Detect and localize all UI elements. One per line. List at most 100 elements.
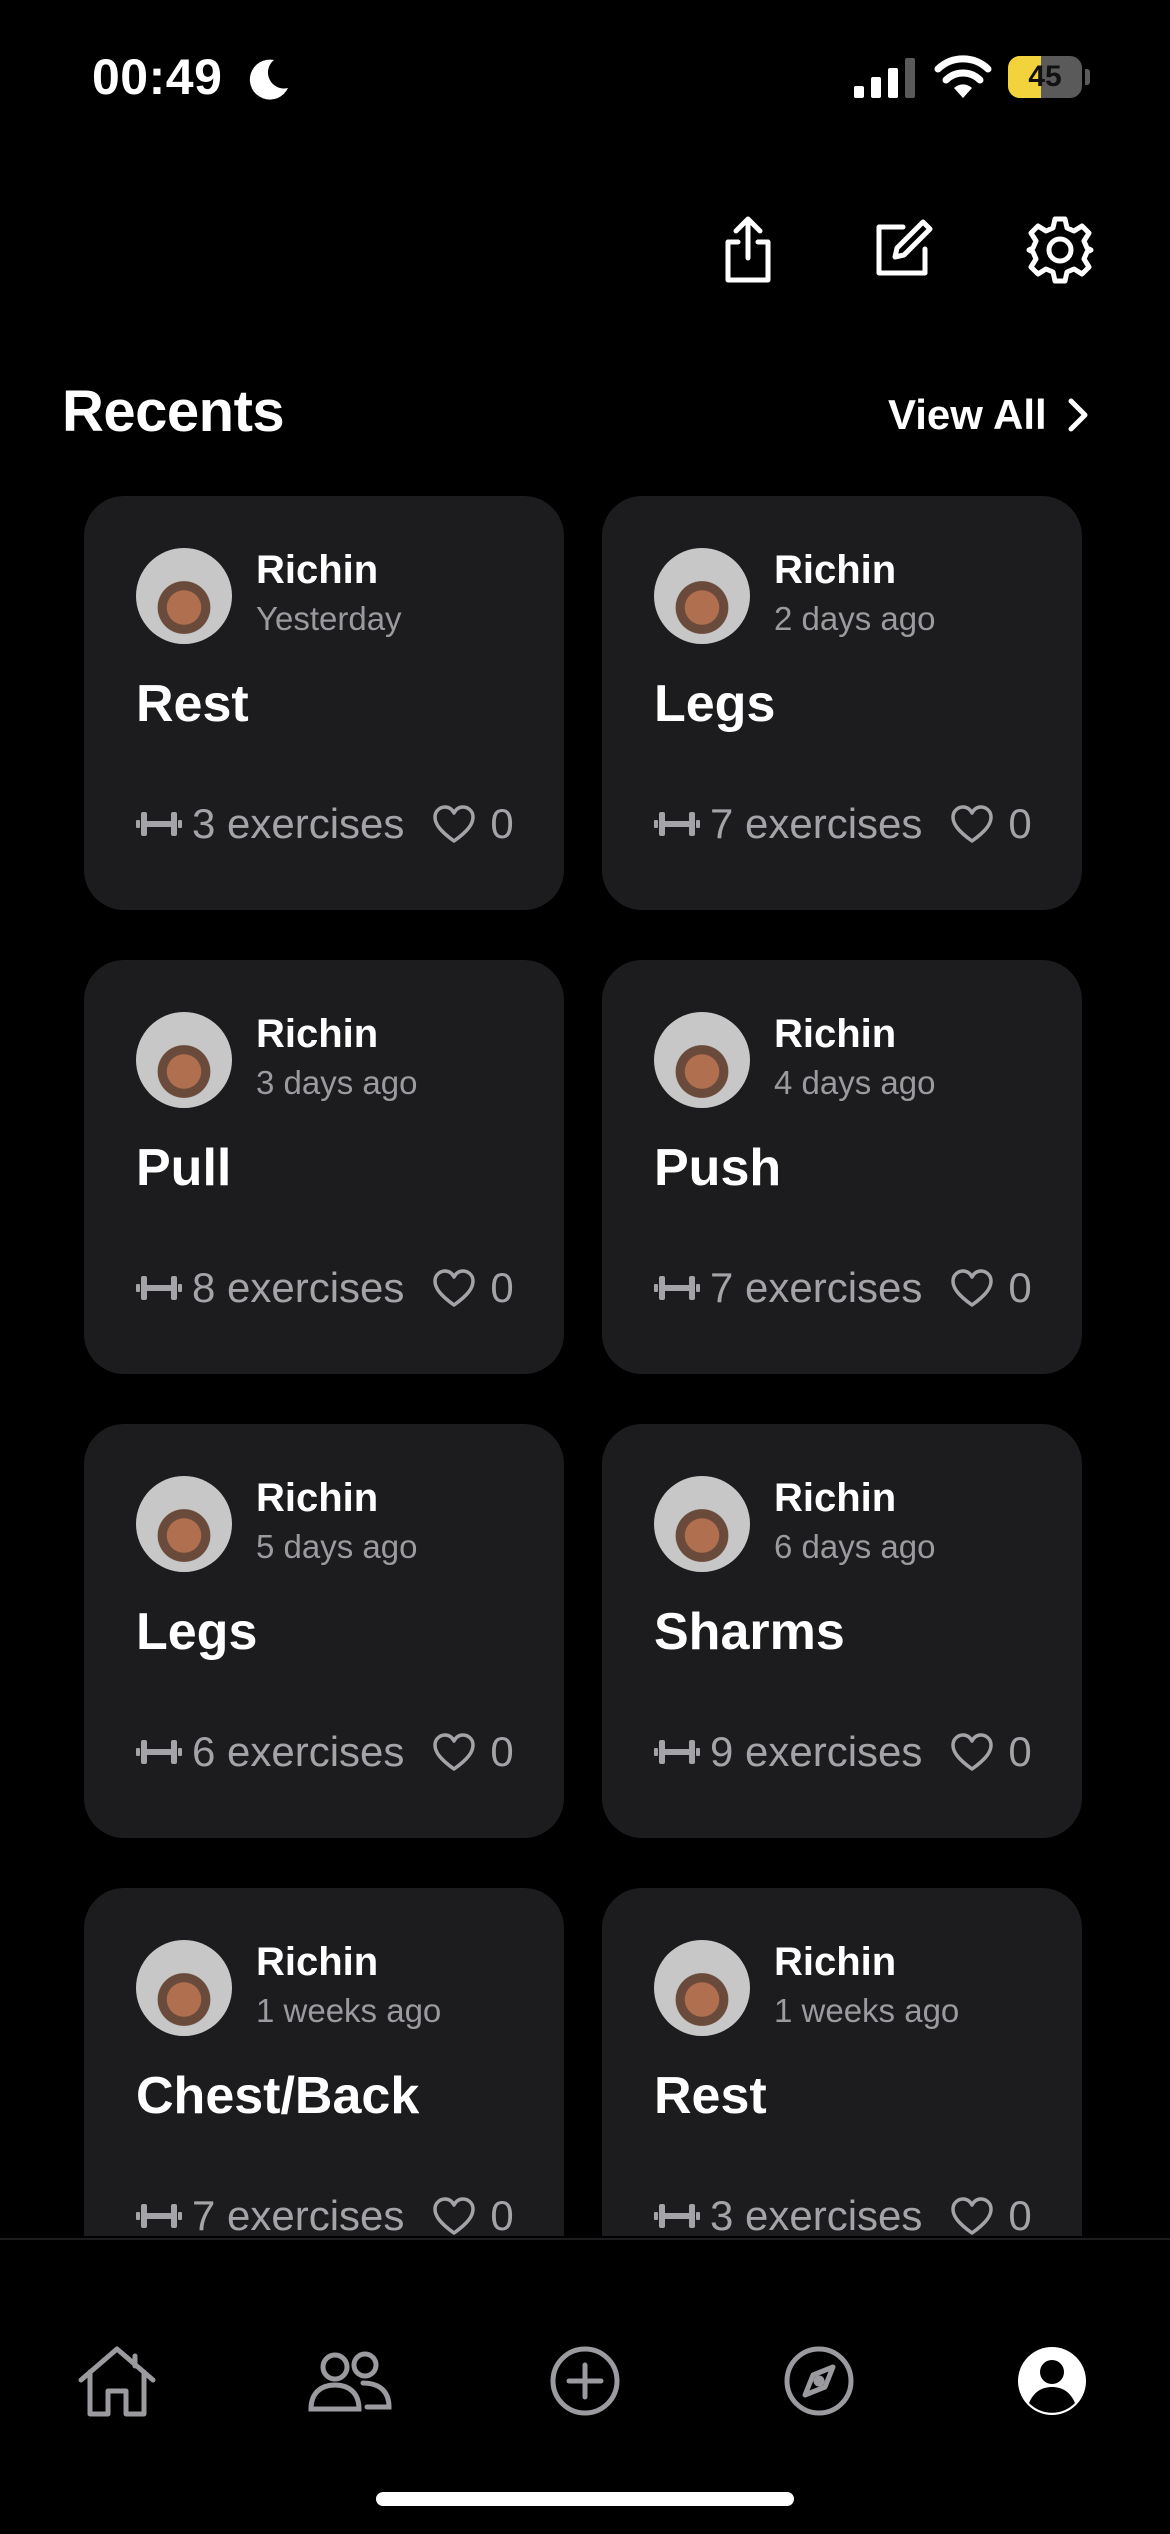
like-count: 0: [490, 1728, 514, 1775]
dumbbell-icon: [136, 2204, 182, 2228]
workout-card[interactable]: Richin 6 days ago Sharms 9 exercises 0: [602, 1424, 1082, 1838]
battery-icon: 45: [1008, 56, 1090, 98]
workout-title: Legs: [654, 675, 776, 733]
tab-add[interactable]: [537, 2336, 633, 2426]
workout-stats: 6 exercises 0: [136, 1724, 514, 1780]
share-button[interactable]: [712, 210, 784, 290]
home-indicator[interactable]: [376, 2492, 794, 2506]
edit-icon: [876, 219, 933, 276]
workout-card[interactable]: Richin 1 weeks ago Rest 3 exercises 0: [602, 1888, 1082, 2236]
workout-stats: 7 exercises 0: [654, 1260, 1032, 1316]
share-icon: [725, 216, 771, 283]
exercise-count: 8 exercises: [192, 1264, 405, 1311]
workout-stats: 3 exercises 0: [136, 796, 514, 852]
heart-icon[interactable]: [950, 2196, 994, 2236]
add-icon: [550, 2346, 620, 2416]
status-time: 00:49: [92, 49, 223, 105]
author-name: Richin: [774, 1940, 897, 1984]
tab-explore[interactable]: [771, 2336, 867, 2426]
wifi-icon: [934, 55, 992, 98]
time-ago: 2 days ago: [774, 600, 936, 637]
author-name: Richin: [774, 1012, 897, 1056]
time-ago: Yesterday: [256, 600, 402, 637]
avatar[interactable]: [654, 1476, 750, 1572]
author-name: Richin: [256, 1940, 379, 1984]
heart-icon[interactable]: [432, 804, 476, 844]
avatar[interactable]: [654, 1012, 750, 1108]
like-count: 0: [490, 1264, 514, 1311]
dumbbell-icon: [654, 2204, 700, 2228]
heart-icon[interactable]: [432, 1268, 476, 1308]
heart-icon[interactable]: [950, 804, 994, 844]
tab-bar: [0, 2238, 1170, 2534]
author-name: Richin: [774, 548, 897, 592]
heart-icon[interactable]: [950, 1268, 994, 1308]
heart-icon[interactable]: [432, 2196, 476, 2236]
time-ago: 1 weeks ago: [774, 1992, 960, 2029]
tab-friends[interactable]: [302, 2336, 398, 2426]
workout-card[interactable]: Richin 1 weeks ago Chest/Back 7 exercise…: [84, 1888, 564, 2236]
author-name: Richin: [256, 1476, 379, 1520]
recents-grid: Richin Yesterday Rest 3 exercises 0 Rich…: [84, 496, 1086, 2236]
workout-stats: 9 exercises 0: [654, 1724, 1032, 1780]
heart-icon[interactable]: [950, 1732, 994, 1772]
edit-button[interactable]: [866, 210, 938, 290]
heart-icon[interactable]: [432, 1732, 476, 1772]
avatar[interactable]: [136, 1012, 232, 1108]
time-ago: 5 days ago: [256, 1528, 418, 1565]
exercise-count: 7 exercises: [710, 800, 923, 847]
workout-card[interactable]: Richin 3 days ago Pull 8 exercises 0: [84, 960, 564, 1374]
author-name: Richin: [774, 1476, 897, 1520]
avatar[interactable]: [136, 548, 232, 644]
like-count: 0: [1008, 1264, 1032, 1311]
moon-icon: [249, 59, 288, 100]
dumbbell-icon: [654, 1276, 700, 1300]
workout-title: Rest: [136, 675, 249, 733]
section-title: Recents: [62, 379, 285, 444]
workout-card[interactable]: Richin 4 days ago Push 7 exercises 0: [602, 960, 1082, 1374]
tab-profile[interactable]: [1004, 2336, 1100, 2426]
signal-icon: [854, 58, 915, 98]
time-ago: 1 weeks ago: [256, 1992, 442, 2029]
friends-icon: [308, 2351, 392, 2412]
avatar[interactable]: [654, 1940, 750, 2036]
exercise-count: 6 exercises: [192, 1728, 405, 1775]
view-all-button[interactable]: View All: [888, 385, 1089, 445]
exercise-count: 7 exercises: [710, 1264, 923, 1311]
dumbbell-icon: [654, 812, 700, 836]
battery-level: 45: [1028, 60, 1062, 93]
workout-card[interactable]: Richin 5 days ago Legs 6 exercises 0: [84, 1424, 564, 1838]
workout-stats: 8 exercises 0: [136, 1260, 514, 1316]
workout-stats: 7 exercises 0: [654, 796, 1032, 852]
exercise-count: 7 exercises: [192, 2192, 405, 2236]
like-count: 0: [1008, 2192, 1032, 2236]
status-bar: 00:49 45: [0, 0, 1170, 150]
exercise-count: 9 exercises: [710, 1728, 923, 1775]
workout-card[interactable]: Richin Yesterday Rest 3 exercises 0: [84, 496, 564, 910]
workout-stats: 7 exercises 0: [136, 2188, 514, 2236]
workout-card[interactable]: Richin 2 days ago Legs 7 exercises 0: [602, 496, 1082, 910]
explore-icon: [784, 2346, 854, 2416]
time-ago: 4 days ago: [774, 1064, 936, 1101]
workout-title: Sharms: [654, 1603, 845, 1661]
dumbbell-icon: [654, 1740, 700, 1764]
workout-title: Rest: [654, 2067, 767, 2125]
time-ago: 6 days ago: [774, 1528, 936, 1565]
like-count: 0: [490, 2192, 514, 2236]
time-ago: 3 days ago: [256, 1064, 418, 1101]
workout-title: Push: [654, 1139, 782, 1197]
avatar[interactable]: [136, 1476, 232, 1572]
exercise-count: 3 exercises: [192, 800, 405, 847]
workout-stats: 3 exercises 0: [654, 2188, 1032, 2236]
dumbbell-icon: [136, 812, 182, 836]
workout-title: Legs: [136, 1603, 258, 1661]
author-name: Richin: [256, 1012, 379, 1056]
avatar[interactable]: [654, 548, 750, 644]
chevron-right-icon: [1068, 398, 1088, 432]
tab-home[interactable]: [69, 2336, 165, 2426]
avatar[interactable]: [136, 1940, 232, 2036]
exercise-count: 3 exercises: [710, 2192, 923, 2236]
like-count: 0: [1008, 1728, 1032, 1775]
settings-button[interactable]: [1024, 210, 1096, 290]
dumbbell-icon: [136, 1740, 182, 1764]
